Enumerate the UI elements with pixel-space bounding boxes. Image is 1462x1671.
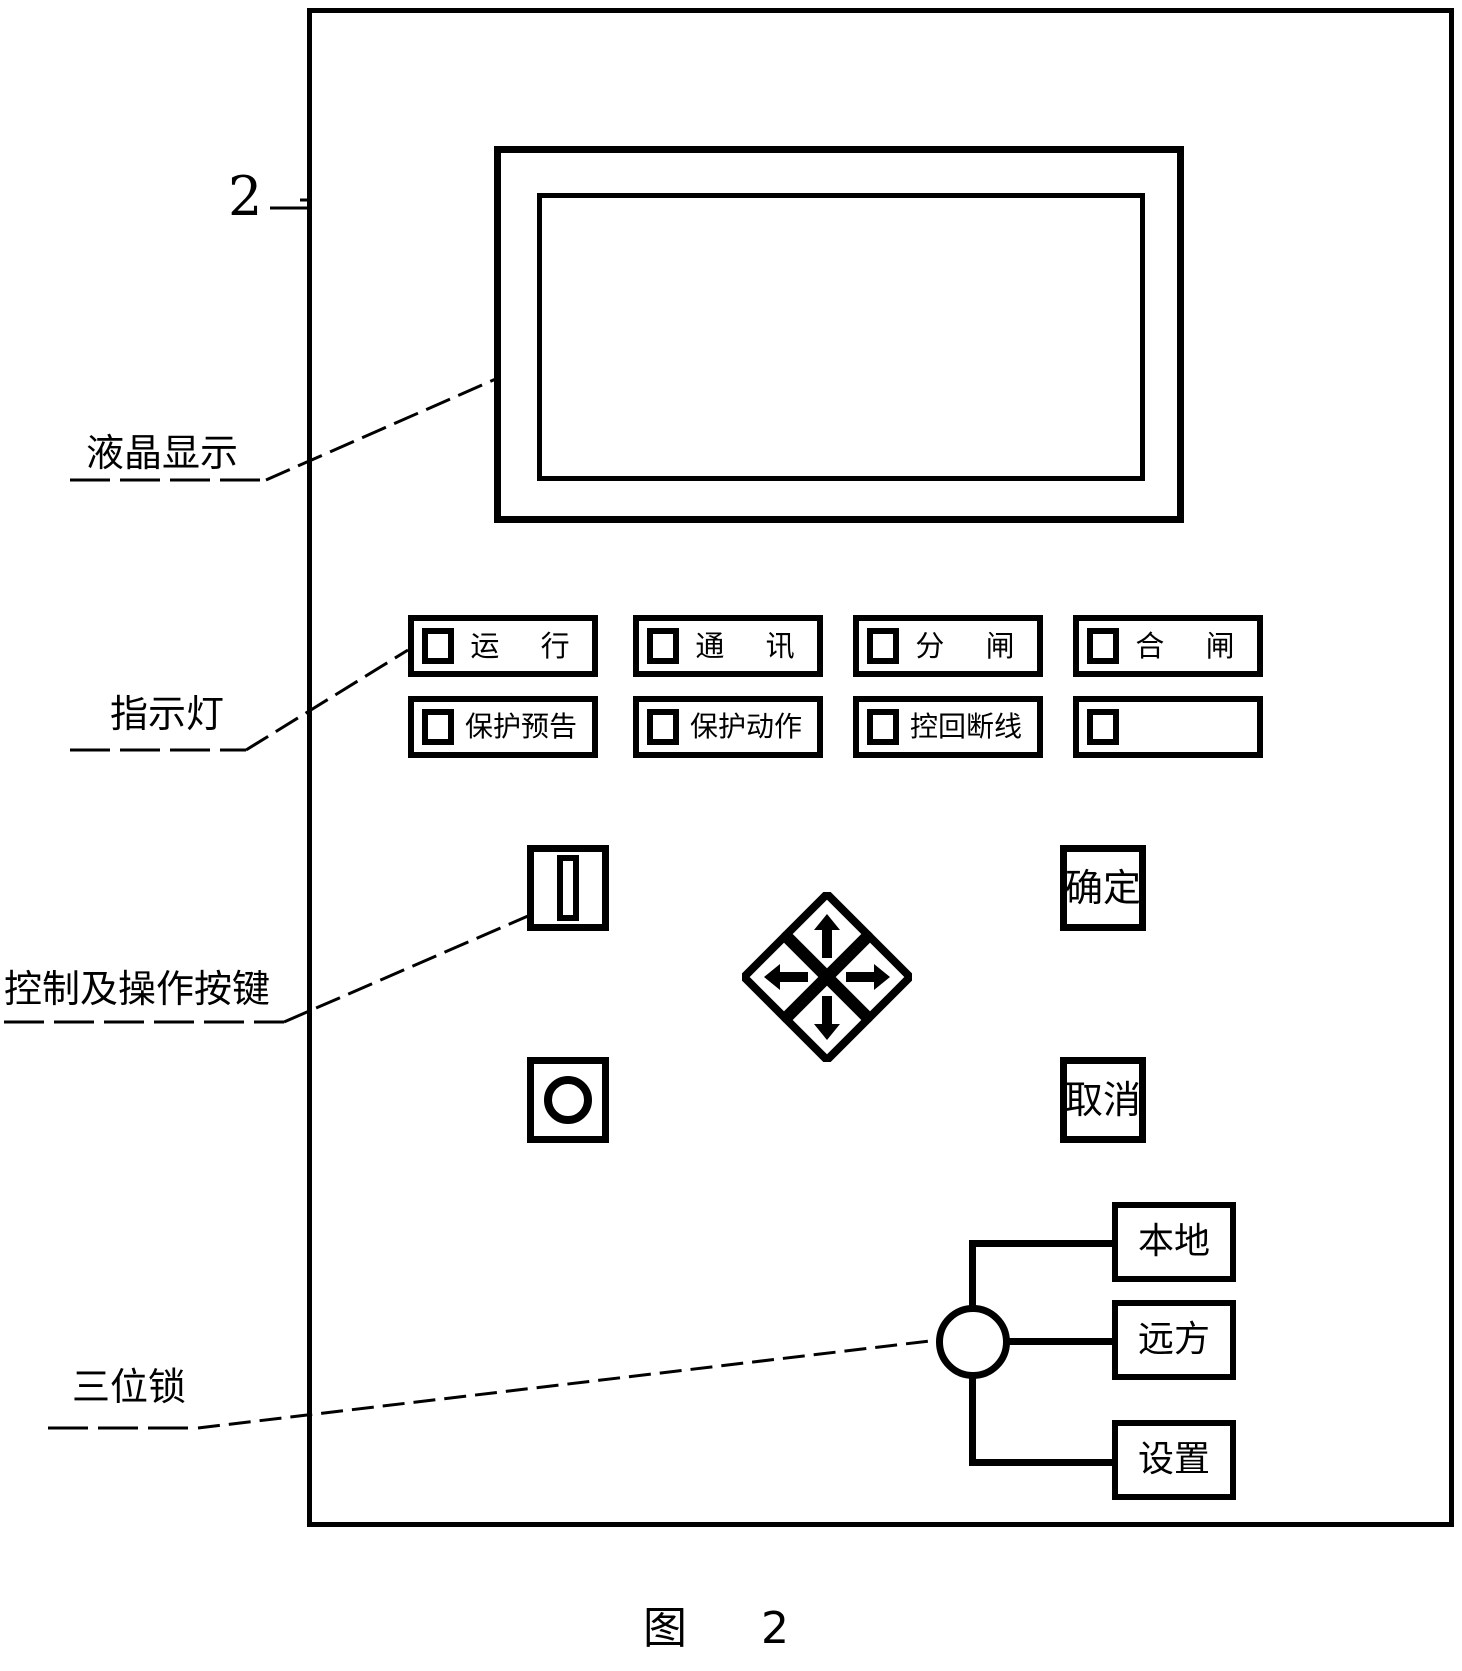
lock-wire-setting-horizontal xyxy=(969,1459,1117,1466)
callout-indicator-lights-leader xyxy=(70,648,409,752)
patent-figure-2: 2 运 行 通 讯 分 闸 合 闸 保护预告 保护动作 控回断线 确定 取消 本… xyxy=(0,0,1462,1671)
indicator-trip: 分 闸 xyxy=(853,615,1043,677)
indicator-control-loop-break-led xyxy=(867,709,899,745)
bar-icon xyxy=(557,855,579,921)
direction-pad xyxy=(742,892,912,1062)
indicator-comm-label: 通 讯 xyxy=(695,628,811,663)
indicator-close-label: 合 闸 xyxy=(1135,628,1251,663)
indicator-trip-led xyxy=(867,628,899,664)
indicator-spare xyxy=(1073,696,1263,758)
close-breaker-key[interactable] xyxy=(527,1057,609,1143)
indicator-protection-alarm-led xyxy=(422,709,454,745)
indicator-trip-label: 分 闸 xyxy=(915,628,1031,663)
indicator-control-loop-break-label: 控回断线 xyxy=(909,710,1022,743)
indicator-close: 合 闸 xyxy=(1073,615,1263,677)
lock-position-setting[interactable]: 设置 xyxy=(1112,1420,1236,1500)
lock-position-local[interactable]: 本地 xyxy=(1112,1202,1236,1282)
indicator-comm-led xyxy=(647,628,679,664)
lock-position-remote[interactable]: 远方 xyxy=(1112,1300,1236,1380)
callout-three-position-lock-leader xyxy=(48,1338,939,1430)
lcd-display-bezel xyxy=(494,146,1184,523)
indicator-spare-led xyxy=(1087,709,1119,745)
indicator-comm: 通 讯 xyxy=(633,615,823,677)
indicator-protection-action-led xyxy=(647,709,679,745)
callout-control-keys-leader xyxy=(4,914,529,1024)
callout-lcd-leader xyxy=(70,376,499,482)
indicator-run-led xyxy=(422,628,454,664)
lock-wire-local-horizontal xyxy=(969,1240,1117,1247)
indicator-control-loop-break: 控回断线 xyxy=(853,696,1043,758)
figure-caption: 图 2 xyxy=(643,1603,819,1654)
open-breaker-key[interactable] xyxy=(527,845,609,931)
indicator-run: 运 行 xyxy=(408,615,598,677)
cancel-button[interactable]: 取消 xyxy=(1060,1057,1146,1143)
lock-wire-remote-horizontal xyxy=(1006,1338,1118,1345)
indicator-run-label: 运 行 xyxy=(470,628,586,663)
indicator-close-led xyxy=(1087,628,1119,664)
confirm-button[interactable]: 确定 xyxy=(1060,845,1146,931)
indicator-protection-action-label: 保护动作 xyxy=(689,710,802,743)
lock-wire-local-vertical xyxy=(969,1240,976,1310)
indicator-protection-alarm: 保护预告 xyxy=(408,696,598,758)
reference-number-2: 2 xyxy=(228,165,263,228)
lock-wire-setting-vertical xyxy=(969,1378,976,1466)
indicator-protection-alarm-label: 保护预告 xyxy=(464,710,577,743)
indicator-protection-action: 保护动作 xyxy=(633,696,823,758)
lcd-display-screen xyxy=(537,193,1145,481)
circle-icon xyxy=(544,1076,592,1124)
